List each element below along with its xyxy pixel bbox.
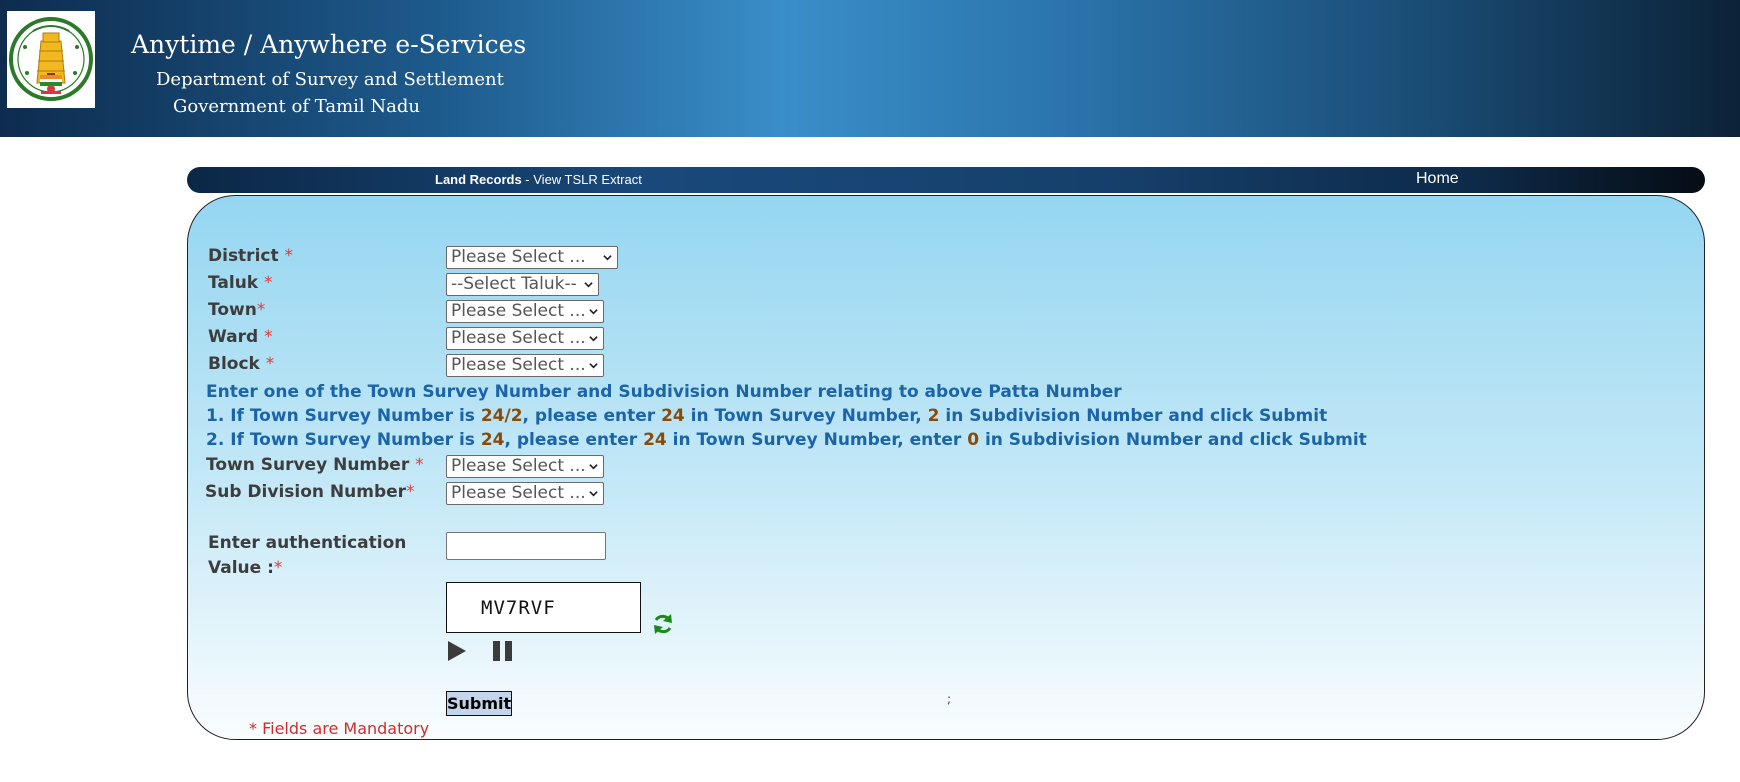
block-required-mark: *	[265, 354, 275, 374]
auth-required-mark: *	[273, 558, 283, 578]
auth-label-line2-text: Value :	[208, 558, 274, 578]
submit-button[interactable]: Submit	[446, 691, 512, 716]
town-select-value: Please Select ...	[451, 301, 586, 321]
taluk-label: Taluk *	[208, 273, 273, 293]
chevron-down-icon	[603, 255, 612, 261]
chevron-down-icon	[589, 491, 598, 497]
ward-label-text: Ward	[208, 327, 265, 347]
page-title-bold: Land Records	[435, 172, 522, 187]
town-survey-number-label: Town Survey Number *	[206, 455, 424, 475]
instr2-c: , please enter	[504, 430, 644, 450]
instr2-f: 0	[967, 430, 980, 450]
ward-required-mark: *	[264, 327, 273, 347]
instr1-a: 1. If Town Survey Number is	[206, 406, 481, 426]
pause-icon[interactable]	[491, 640, 515, 662]
sub-division-number-select-value: Please Select ...	[451, 483, 586, 503]
auth-label-line1: Enter authentication	[208, 533, 407, 553]
instr1-e: in Town Survey Number,	[684, 406, 928, 426]
ward-label: Ward *	[208, 327, 273, 347]
instr2-b: 24	[480, 430, 505, 450]
sub-division-number-label: Sub Division Number*	[205, 482, 415, 502]
ward-select-value: Please Select ...	[451, 328, 586, 348]
block-label: Block *	[208, 354, 274, 374]
captcha-image: MV7RVF	[446, 582, 641, 633]
sub-division-number-label-text: Sub Division Number	[205, 482, 407, 502]
ward-select[interactable]: Please Select ...	[446, 327, 604, 350]
instr2-g: in Subdivision Number and click Submit	[979, 430, 1367, 450]
block-select-value: Please Select ...	[451, 355, 586, 375]
nav-bar: Land Records - View TSLR Extract Home	[187, 167, 1705, 193]
town-label: Town*	[208, 300, 265, 320]
instr2-e: in Town Survey Number, enter	[666, 430, 968, 450]
chevron-down-icon	[584, 282, 593, 288]
sub-division-number-select[interactable]: Please Select ...	[446, 482, 604, 505]
chevron-down-icon	[589, 464, 598, 470]
site-header: Anytime / Anywhere e-Services Department…	[0, 0, 1740, 137]
block-label-text: Block	[208, 354, 266, 374]
town-survey-number-select-value: Please Select ...	[451, 456, 586, 476]
district-label: District *	[208, 246, 293, 266]
district-select[interactable]: Please Select ...	[446, 246, 618, 269]
play-icon[interactable]	[446, 640, 468, 662]
chevron-down-icon	[589, 336, 598, 342]
department-name: Department of Survey and Settlement	[156, 69, 504, 90]
instr1-f: 2	[927, 406, 940, 426]
stray-text: ;	[947, 692, 952, 706]
captcha-text: MV7RVF	[481, 597, 556, 619]
site-title: Anytime / Anywhere e-Services	[131, 30, 527, 59]
town-required-mark: *	[256, 300, 266, 320]
instr1-g: in Subdivision Number and click Submit	[939, 406, 1328, 426]
instruction-intro: Enter one of the Town Survey Number and …	[206, 382, 1122, 402]
government-name: Government of Tamil Nadu	[173, 96, 420, 117]
town-survey-number-select[interactable]: Please Select ...	[446, 455, 604, 478]
tslr-form-panel: District * Please Select ... Taluk * --S…	[187, 195, 1705, 740]
tamil-nadu-emblem-icon	[7, 11, 95, 108]
mandatory-note: * Fields are Mandatory	[249, 719, 430, 738]
instruction-example-2: 2. If Town Survey Number is 24, please e…	[206, 430, 1367, 450]
instr2-a: 2. If Town Survey Number is	[206, 430, 481, 450]
district-label-text: District	[208, 246, 285, 266]
chevron-down-icon	[589, 363, 598, 369]
taluk-select-value: --Select Taluk--	[451, 274, 577, 294]
taluk-label-text: Taluk	[208, 273, 265, 293]
page-title-rest: - View TSLR Extract	[521, 172, 642, 187]
town-label-text: Town	[208, 300, 257, 320]
sub-division-number-required-mark: *	[406, 482, 415, 502]
instr1-d: 24	[661, 406, 685, 426]
town-survey-number-required-mark: *	[415, 455, 424, 475]
auth-value-input[interactable]	[446, 532, 606, 560]
taluk-required-mark: *	[264, 273, 273, 293]
town-select[interactable]: Please Select ...	[446, 300, 604, 323]
instr1-b: 24/2	[480, 406, 523, 426]
refresh-icon[interactable]	[651, 612, 675, 636]
page-title: Land Records - View TSLR Extract	[435, 172, 642, 187]
instr1-c: , please enter	[522, 406, 662, 426]
district-select-value: Please Select ...	[451, 247, 586, 267]
town-survey-number-label-text: Town Survey Number	[206, 455, 416, 475]
taluk-select[interactable]: --Select Taluk--	[446, 273, 599, 296]
auth-label-line2: Value :*	[208, 558, 282, 578]
home-link[interactable]: Home	[1416, 170, 1459, 188]
district-required-mark: *	[284, 246, 294, 266]
instr2-d: 24	[643, 430, 667, 450]
chevron-down-icon	[589, 309, 598, 315]
instruction-example-1: 1. If Town Survey Number is 24/2, please…	[206, 406, 1327, 426]
block-select[interactable]: Please Select ...	[446, 354, 604, 377]
